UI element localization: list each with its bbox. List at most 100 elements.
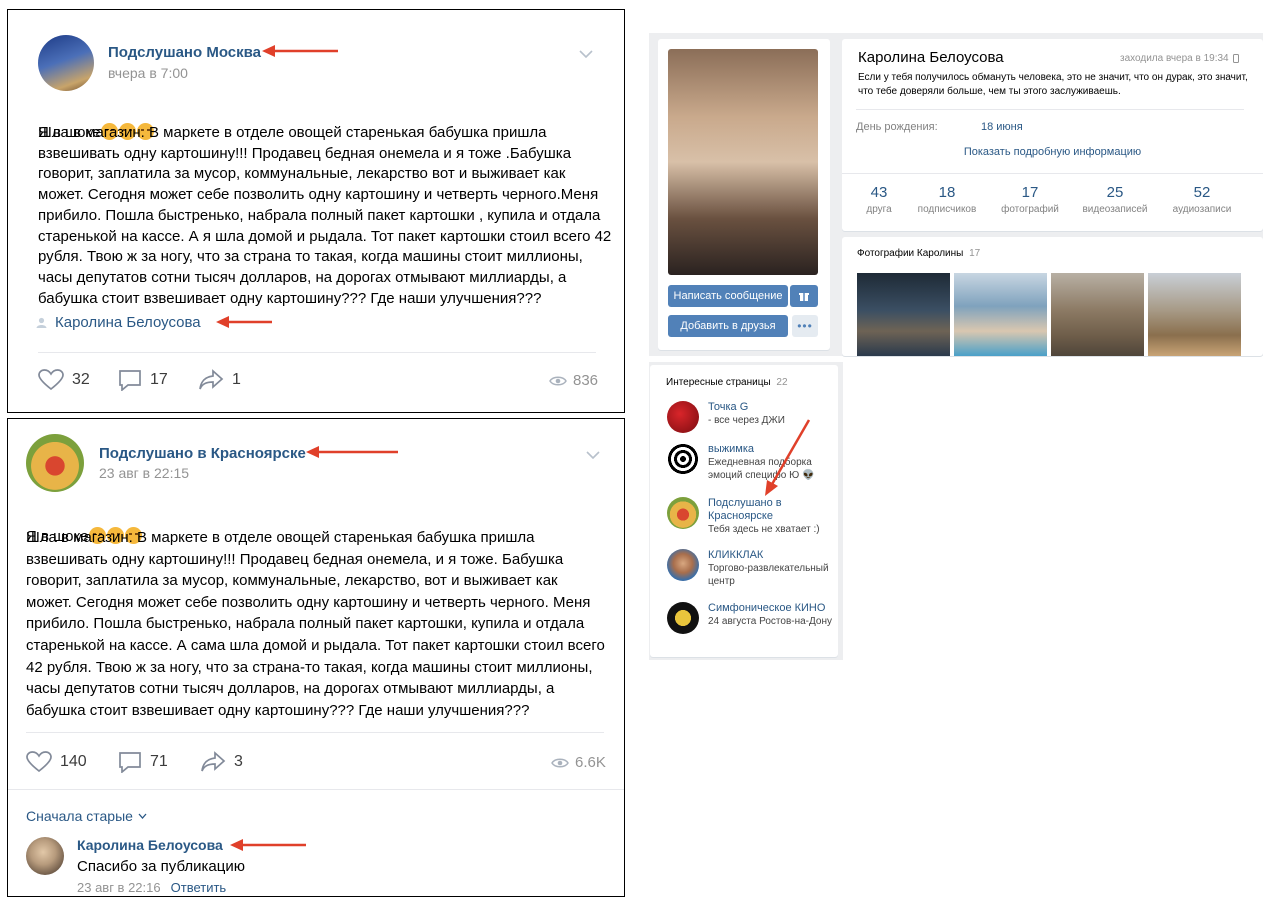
stat-label: видеозаписей xyxy=(1082,204,1148,215)
chevron-down-icon xyxy=(138,813,147,819)
birthday-value[interactable]: 18 июня xyxy=(981,121,1023,133)
heart-icon xyxy=(38,369,64,391)
page-item[interactable]: Симфоническое КИНО 24 августа Ростов-на-Д… xyxy=(667,602,837,634)
reply-link[interactable]: Ответить xyxy=(171,880,227,895)
page-desc: Тебя здесь не хватает :) xyxy=(708,524,820,535)
page-name[interactable]: КЛИККЛАК xyxy=(708,549,837,562)
page-name[interactable]: Подслушано в Красноярске xyxy=(708,497,837,523)
page-desc: 24 августа Ростов-на-Дону xyxy=(708,616,832,627)
comment-time[interactable]: 23 авг в 22:16 xyxy=(77,880,161,895)
chevron-down-icon[interactable] xyxy=(579,50,593,58)
views: 836 xyxy=(549,372,598,389)
like-button[interactable]: 140 xyxy=(26,751,87,773)
more-actions-button[interactable]: ••• xyxy=(792,315,818,337)
page-desc: Торгово-развлекательный центр xyxy=(708,563,829,587)
profile-screenshot: Написать сообщение Добавить в друзья •••… xyxy=(649,33,1263,356)
annotation-arrow xyxy=(216,316,272,328)
group-avatar[interactable] xyxy=(26,434,84,492)
profile-status: Если у тебя получилось обмануть человека… xyxy=(858,72,1248,97)
chevron-down-icon[interactable] xyxy=(586,451,600,459)
write-message-button[interactable]: Написать сообщение xyxy=(668,285,788,307)
gift-button[interactable] xyxy=(790,285,818,307)
group-avatar[interactable] xyxy=(38,35,94,91)
profile-photo-card: Написать сообщение Добавить в друзья ••• xyxy=(658,39,830,350)
eye-icon xyxy=(549,376,567,385)
stat-label: подписчиков xyxy=(917,204,977,215)
page-item[interactable]: КЛИККЛАК Торгово-развлекательный центр xyxy=(667,549,837,588)
comment-text: Спасибо за публикацию xyxy=(77,858,245,875)
post-krasnoyarsk: Подслушано в Красноярске 23 авг в 22:15 … xyxy=(7,418,625,897)
add-friend-button[interactable]: Добавить в друзья xyxy=(668,315,788,337)
interesting-pages-screenshot: Интересные страницы 22 Точка G- все чере… xyxy=(649,362,843,660)
share-icon xyxy=(201,751,226,772)
photo-thumb[interactable] xyxy=(954,273,1047,356)
stat-number: 17 xyxy=(1021,184,1039,201)
page-avatar xyxy=(667,443,699,475)
annotation-arrow xyxy=(262,45,338,57)
shares-count: 3 xyxy=(234,753,243,770)
comment-button[interactable]: 71 xyxy=(118,751,168,773)
comments-count: 71 xyxy=(150,753,168,770)
add-friend-label: Добавить в друзья xyxy=(680,320,776,332)
annotation-arrow xyxy=(230,839,306,851)
interesting-pages-header[interactable]: Интересные страницы 22 xyxy=(666,377,788,388)
post-time[interactable]: 23 авг в 22:15 xyxy=(99,465,189,481)
divider xyxy=(26,732,604,733)
page-name[interactable]: Симфоническое КИНО xyxy=(708,602,832,615)
comment-author[interactable]: Каролина Белоусова xyxy=(77,837,223,853)
stat-audio[interactable]: 52 аудиозаписи xyxy=(1157,184,1247,215)
page-name[interactable]: Точка G xyxy=(708,401,785,414)
stat-number: 25 xyxy=(1106,184,1124,201)
stat-number: 52 xyxy=(1193,184,1211,201)
photo-thumb[interactable] xyxy=(1148,273,1241,356)
stat-photos[interactable]: 17 фотографий xyxy=(985,184,1075,215)
photos-title[interactable]: Фотографии Каролины xyxy=(857,248,963,259)
stat-videos[interactable]: 25 видеозаписей xyxy=(1070,184,1160,215)
share-icon xyxy=(199,369,224,390)
post-author[interactable]: Каролина Белоусова xyxy=(36,314,201,331)
stat-number: 18 xyxy=(938,184,956,201)
annotation-arrow xyxy=(306,446,398,458)
share-button[interactable]: 3 xyxy=(200,751,243,773)
author-name[interactable]: Каролина Белоусова xyxy=(55,314,201,331)
post-moscow: Подслушано Москва вчера в 7:00 Я в шоке … xyxy=(7,9,625,413)
page-avatar xyxy=(667,602,699,634)
like-button[interactable]: 32 xyxy=(38,369,90,391)
profile-photo[interactable] xyxy=(668,49,818,275)
gift-icon xyxy=(799,293,809,301)
views-count: 6.6K xyxy=(575,754,606,771)
photos-count: 17 xyxy=(969,248,981,259)
photos-header[interactable]: Фотографии Каролины 17 xyxy=(857,248,980,259)
commenter-avatar[interactable] xyxy=(26,837,64,875)
interesting-pages-count: 22 xyxy=(776,377,788,388)
post-text: Шла в магазин. В маркете в отделе овощей… xyxy=(38,124,612,307)
stat-followers[interactable]: 18 подписчиков xyxy=(902,184,992,215)
post-time[interactable]: вчера в 7:00 xyxy=(108,65,188,81)
photo-thumb[interactable] xyxy=(857,273,950,356)
show-more-info-link[interactable]: Показать подробную информацию xyxy=(842,146,1263,158)
comment-button[interactable]: 17 xyxy=(118,369,168,391)
group-name-link[interactable]: Подслушано Москва xyxy=(108,44,261,61)
interesting-pages-card: Интересные страницы 22 Точка G- все чере… xyxy=(650,365,838,657)
likes-count: 140 xyxy=(60,753,87,770)
photo-thumb[interactable] xyxy=(1051,273,1144,356)
user-icon xyxy=(36,317,47,328)
mobile-icon xyxy=(1232,54,1239,63)
last-seen: заходила вчера в 19:34 xyxy=(1120,53,1239,64)
page-avatar xyxy=(667,497,699,529)
divider xyxy=(856,109,1244,110)
divider xyxy=(842,173,1263,174)
divider xyxy=(8,789,624,790)
page-item[interactable]: Подслушано в Красноярске Тебя здесь не хв… xyxy=(667,497,837,536)
share-button[interactable]: 1 xyxy=(198,369,241,391)
last-seen-text: заходила вчера в 19:34 xyxy=(1120,53,1229,64)
write-message-label: Написать сообщение xyxy=(673,290,783,302)
more-dots-icon: ••• xyxy=(797,319,813,333)
group-name-link[interactable]: Подслушано в Красноярске xyxy=(99,445,306,462)
shares-count: 1 xyxy=(232,371,241,388)
stat-label: фотографий xyxy=(1001,204,1059,215)
page-avatar xyxy=(667,401,699,433)
sort-label[interactable]: Сначала старые xyxy=(26,808,133,824)
interesting-pages-title[interactable]: Интересные страницы xyxy=(666,377,771,388)
sort-order-dropdown[interactable]: Сначала старые xyxy=(26,808,147,824)
